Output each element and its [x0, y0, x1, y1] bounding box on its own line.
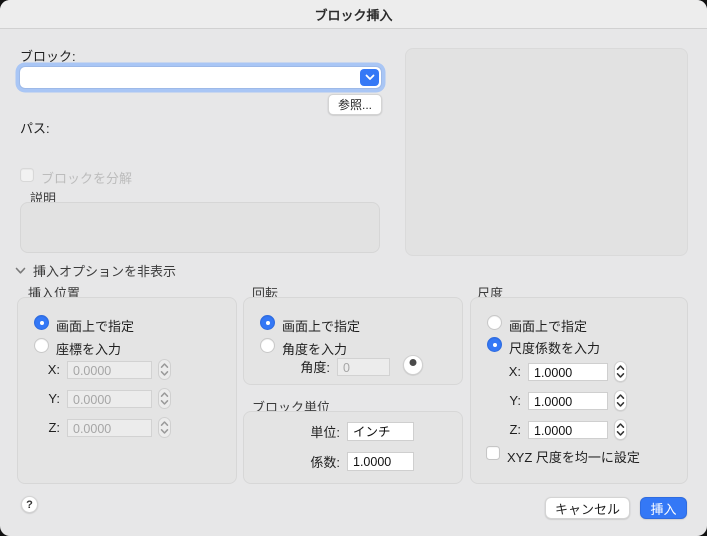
insert-z-field[interactable]: 0.0000	[67, 419, 152, 437]
x-label: X:	[503, 364, 521, 379]
scale-z-stepper[interactable]	[614, 419, 627, 440]
unit-label: 単位:	[290, 422, 340, 441]
scale-x-row: X: 1.0000	[503, 361, 627, 382]
scale-y-field[interactable]: 1.0000	[528, 392, 608, 410]
block-label: ブロック:	[20, 46, 76, 65]
scale-y-stepper[interactable]	[614, 390, 627, 411]
rotation-angle-radio[interactable]	[260, 338, 275, 353]
description-textarea[interactable]	[20, 202, 380, 253]
scale-x-field[interactable]: 1.0000	[528, 363, 608, 381]
scale-screen-label: 画面上で指定	[509, 316, 587, 335]
insert-position-y-row: Y: 0.0000	[42, 388, 171, 409]
scale-y-row: Y: 1.0000	[503, 390, 627, 411]
insert-y-stepper[interactable]	[158, 388, 171, 409]
insert-z-stepper[interactable]	[158, 417, 171, 438]
angle-field-label: 角度:	[297, 357, 330, 376]
scale-factors-radio[interactable]	[487, 337, 502, 352]
options-disclosure-label: 挿入オプションを非表示	[33, 261, 176, 280]
scale-x-stepper[interactable]	[614, 361, 627, 382]
block-combobox[interactable]	[19, 66, 382, 89]
scale-screen-radio[interactable]	[487, 315, 502, 330]
rotation-angle-label: 角度を入力	[282, 339, 347, 358]
x-label: X:	[42, 362, 60, 377]
path-label: パス:	[20, 118, 50, 137]
block-preview-pane	[405, 48, 688, 256]
uniform-scale-label: XYZ 尺度を均一に設定	[507, 447, 640, 466]
scale-z-row: Z: 1.0000	[503, 419, 627, 440]
insert-position-screen-label: 画面上で指定	[56, 316, 134, 335]
insert-position-coords-label: 座標を入力	[56, 339, 121, 358]
scale-z-field[interactable]: 1.0000	[528, 421, 608, 439]
chevron-down-icon[interactable]	[360, 69, 379, 86]
chevron-down-icon	[15, 267, 26, 275]
titlebar: ブロック挿入	[0, 0, 707, 29]
angle-field[interactable]: 0	[337, 358, 390, 376]
insert-x-stepper[interactable]	[158, 359, 171, 380]
explode-block-checkbox[interactable]	[20, 168, 34, 182]
scale-factors-label: 尺度係数を入力	[509, 338, 600, 357]
factor-label: 係数:	[290, 452, 340, 471]
factor-field[interactable]: 1.0000	[347, 452, 414, 471]
block-insert-dialog: ブロック挿入 ブロック: 参照... パス: ブロックを分解 説明 挿入オプショ…	[0, 0, 707, 536]
options-disclosure[interactable]: 挿入オプションを非表示	[15, 261, 176, 280]
explode-block-label: ブロックを分解	[41, 168, 132, 187]
insert-position-screen-radio[interactable]	[34, 315, 49, 330]
browse-button[interactable]: 参照...	[328, 94, 382, 115]
z-label: Z:	[42, 420, 60, 435]
unit-row: 単位: インチ	[290, 422, 414, 441]
y-label: Y:	[503, 393, 521, 408]
angle-dial-dot-icon[interactable]	[403, 355, 423, 375]
dialog-title: ブロック挿入	[314, 5, 392, 24]
question-mark-icon: ?	[26, 499, 33, 511]
factor-row: 係数: 1.0000	[290, 452, 414, 471]
insert-position-x-row: X: 0.0000	[42, 359, 171, 380]
uniform-scale-checkbox[interactable]	[486, 446, 500, 460]
z-label: Z:	[503, 422, 521, 437]
insert-position-coords-radio[interactable]	[34, 338, 49, 353]
insert-y-field[interactable]: 0.0000	[67, 390, 152, 408]
y-label: Y:	[42, 391, 60, 406]
insert-button[interactable]: 挿入	[640, 497, 687, 519]
insert-x-field[interactable]: 0.0000	[67, 361, 152, 379]
insert-position-z-row: Z: 0.0000	[42, 417, 171, 438]
unit-field[interactable]: インチ	[347, 422, 414, 441]
rotation-screen-label: 画面上で指定	[282, 316, 360, 335]
cancel-button[interactable]: キャンセル	[545, 497, 630, 519]
help-button[interactable]: ?	[21, 496, 38, 513]
rotation-screen-radio[interactable]	[260, 315, 275, 330]
angle-row: 角度: 0	[297, 357, 390, 376]
